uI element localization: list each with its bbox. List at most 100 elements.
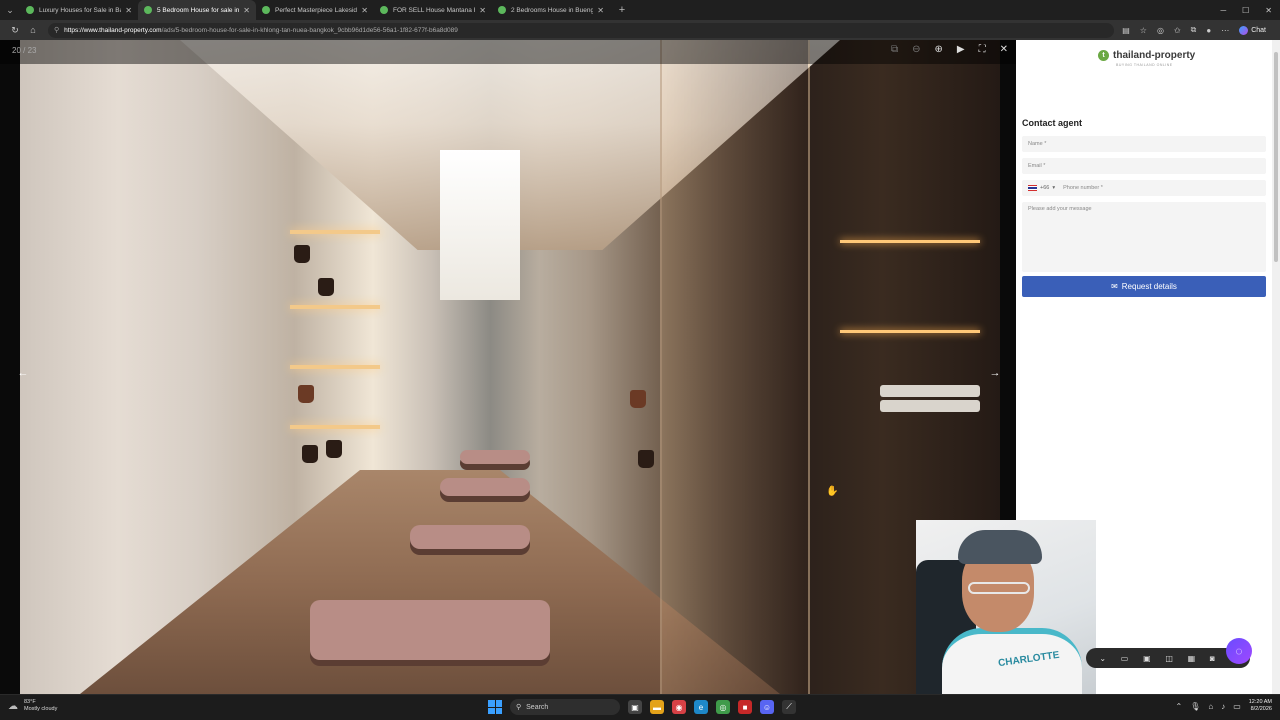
tab-title: 2 Bedrooms House in Bueng Nam [511, 6, 594, 14]
image-counter: 20 / 23 [12, 46, 37, 55]
tab-menu-icon[interactable]: ⌄ [0, 0, 20, 20]
assistant-bubble-icon[interactable]: ◌ [1226, 638, 1252, 664]
photo-shelf [290, 365, 380, 369]
clock-date: 8/2/2026 [1250, 706, 1272, 712]
volume-icon[interactable]: ♪ [1221, 702, 1225, 711]
close-viewer-icon[interactable]: ✕ [1000, 44, 1008, 55]
network-icon[interactable]: ⌂ [1208, 702, 1213, 711]
fullscreen-icon[interactable]: ⛶ [979, 44, 986, 55]
edge-browser-icon[interactable]: e [694, 700, 708, 714]
close-window-icon[interactable]: ✕ [1265, 6, 1272, 15]
system-tray: ⌃ 🎙 ⌂ ♪ ▭ 12:20 AM 8/2/2026 [1175, 699, 1272, 713]
reader-icon[interactable]: ▤ [1122, 26, 1130, 35]
weather-desc: Mostly cloudy [24, 706, 58, 712]
site-logo[interactable]: t thailand-property BUYING THAILAND ONLI… [1098, 50, 1195, 67]
photo-led-strip [840, 330, 980, 333]
battery-icon[interactable]: ▭ [1233, 702, 1241, 711]
minimize-icon[interactable]: ─ [1220, 6, 1226, 15]
tab-title: 5 Bedroom House for sale in Khlong [157, 6, 240, 14]
recorder-app-icon[interactable]: ■ [738, 700, 752, 714]
windows-start-icon[interactable] [488, 700, 502, 714]
more-menu-icon[interactable]: ⋯ [1221, 26, 1229, 35]
dev-tool-icon[interactable]: ⟋ [782, 700, 796, 714]
zoom-in-icon[interactable]: ⊕ [935, 44, 943, 55]
browser-tab[interactable]: Perfect Masterpiece Lakeside Ranch ✕ [256, 0, 374, 20]
reload-icon[interactable]: ↻ [6, 25, 24, 36]
collapse-icon[interactable]: ⌄ [1099, 654, 1106, 663]
camera-icon[interactable]: ◙ [1210, 654, 1215, 663]
tab-close-icon[interactable]: ✕ [597, 6, 604, 15]
record-screen-icon[interactable]: ▣ [1143, 654, 1151, 663]
next-image-arrow-icon[interactable]: → [984, 363, 1006, 383]
browser-tab[interactable]: Luxury Houses for Sale in Bangkok ✕ [20, 0, 138, 20]
photo-shelf [290, 425, 380, 429]
request-details-button[interactable]: ✉ Request details [1022, 276, 1266, 297]
task-view-icon[interactable]: ▣ [628, 700, 642, 714]
toolbar-icons: ▤ ☆ ◎ ✩ ⧉ ● ⋯ Chat [1122, 25, 1266, 35]
contact-heading: Contact agent [1022, 118, 1083, 128]
new-tab-button[interactable]: + [614, 4, 630, 16]
country-code-select[interactable]: +66 ▾ [1028, 185, 1055, 191]
chrome-icon[interactable]: ◎ [716, 700, 730, 714]
viewer-top-strip [0, 40, 1016, 64]
listing-photo [20, 40, 1000, 694]
discord-icon[interactable]: ☺ [760, 700, 774, 714]
viewer-toolbar: ⧉ ⊖ ⊕ ▶ ⛶ ✕ [891, 44, 1008, 55]
previous-image-arrow-icon[interactable]: ← [12, 363, 34, 383]
extension-icon[interactable]: ◎ [1157, 26, 1164, 35]
maximize-icon[interactable]: ☐ [1242, 6, 1249, 15]
browser-tab-active[interactable]: 5 Bedroom House for sale in Khlong ✕ [138, 0, 256, 20]
tab-close-icon[interactable]: ✕ [243, 6, 250, 15]
cloud-icon: ☁ [8, 700, 18, 712]
photo-shelf [290, 230, 380, 234]
mic-icon[interactable]: 🎙 [1190, 702, 1200, 711]
photo-handbag [302, 445, 318, 463]
collections-icon[interactable]: ⧉ [1191, 25, 1197, 35]
logo-tagline: BUYING THAILAND ONLINE [1116, 63, 1173, 67]
share-icon[interactable]: ⧉ [891, 44, 898, 55]
photo-handbag [298, 385, 314, 403]
url-host: https://www.thailand-property.com [64, 26, 162, 34]
site-info-icon[interactable]: ⚲ [54, 26, 59, 34]
phone-field[interactable]: +66 ▾ Phone number * [1022, 180, 1266, 196]
url-field[interactable]: ⚲ https://www.thailand-property.com /ads… [48, 22, 1115, 38]
message-textarea[interactable]: Please add your message [1022, 202, 1266, 272]
site-favicon-icon [26, 6, 34, 14]
browser-tab-bar: ⌄ Luxury Houses for Sale in Bangkok ✕ 5 … [0, 0, 1280, 20]
window-icon[interactable]: ◫ [1165, 654, 1173, 663]
name-placeholder: Name * [1028, 141, 1047, 147]
favorites-icon[interactable]: ✩ [1174, 26, 1181, 35]
weather-widget[interactable]: ☁ 83°F Mostly cloudy [8, 699, 57, 713]
home-icon[interactable]: ⌂ [24, 25, 42, 35]
chat-button[interactable]: Chat [1239, 25, 1266, 35]
photo-bench [440, 478, 530, 496]
zoom-out-icon[interactable]: ⊖ [912, 44, 920, 55]
profile-icon[interactable]: ● [1206, 26, 1211, 35]
screen-icon[interactable]: ▭ [1121, 654, 1129, 663]
scrollbar-thumb[interactable] [1274, 52, 1278, 262]
tab-close-icon[interactable]: ✕ [479, 6, 486, 15]
request-details-label: Request details [1121, 282, 1177, 291]
photo-led-strip [840, 240, 980, 243]
tray-overflow-icon[interactable]: ⌃ [1175, 702, 1182, 711]
email-field[interactable]: Email * [1022, 158, 1266, 174]
app-icon[interactable]: ◉ [672, 700, 686, 714]
tab-close-icon[interactable]: ✕ [361, 6, 368, 15]
taskbar: ☁ 83°F Mostly cloudy ⚲ Search ▣ ▬ ◉ e ◎ … [0, 694, 1280, 720]
name-field[interactable]: Name * [1022, 136, 1266, 152]
address-bar-row: ↻ ⌂ ⚲ https://www.thailand-property.com … [0, 20, 1280, 40]
file-explorer-icon[interactable]: ▬ [650, 700, 664, 714]
phone-placeholder: Phone number * [1063, 185, 1103, 191]
slideshow-play-icon[interactable]: ▶ [957, 44, 965, 55]
browser-tab[interactable]: FOR SELL House Mantana Rangsit ✕ [374, 0, 492, 20]
clock[interactable]: 12:20 AM 8/2/2026 [1249, 699, 1272, 713]
copilot-icon [1239, 25, 1249, 35]
favorite-star-icon[interactable]: ☆ [1140, 26, 1147, 35]
tab-close-icon[interactable]: ✕ [125, 6, 132, 15]
browser-tab[interactable]: 2 Bedrooms House in Bueng Nam ✕ [492, 0, 610, 20]
photo-towels [880, 385, 980, 397]
taskbar-search[interactable]: ⚲ Search [510, 699, 620, 715]
tab-title: Perfect Masterpiece Lakeside Ranch [275, 6, 358, 14]
page-scrollbar[interactable] [1272, 40, 1280, 694]
layout-icon[interactable]: ▦ [1188, 654, 1196, 663]
